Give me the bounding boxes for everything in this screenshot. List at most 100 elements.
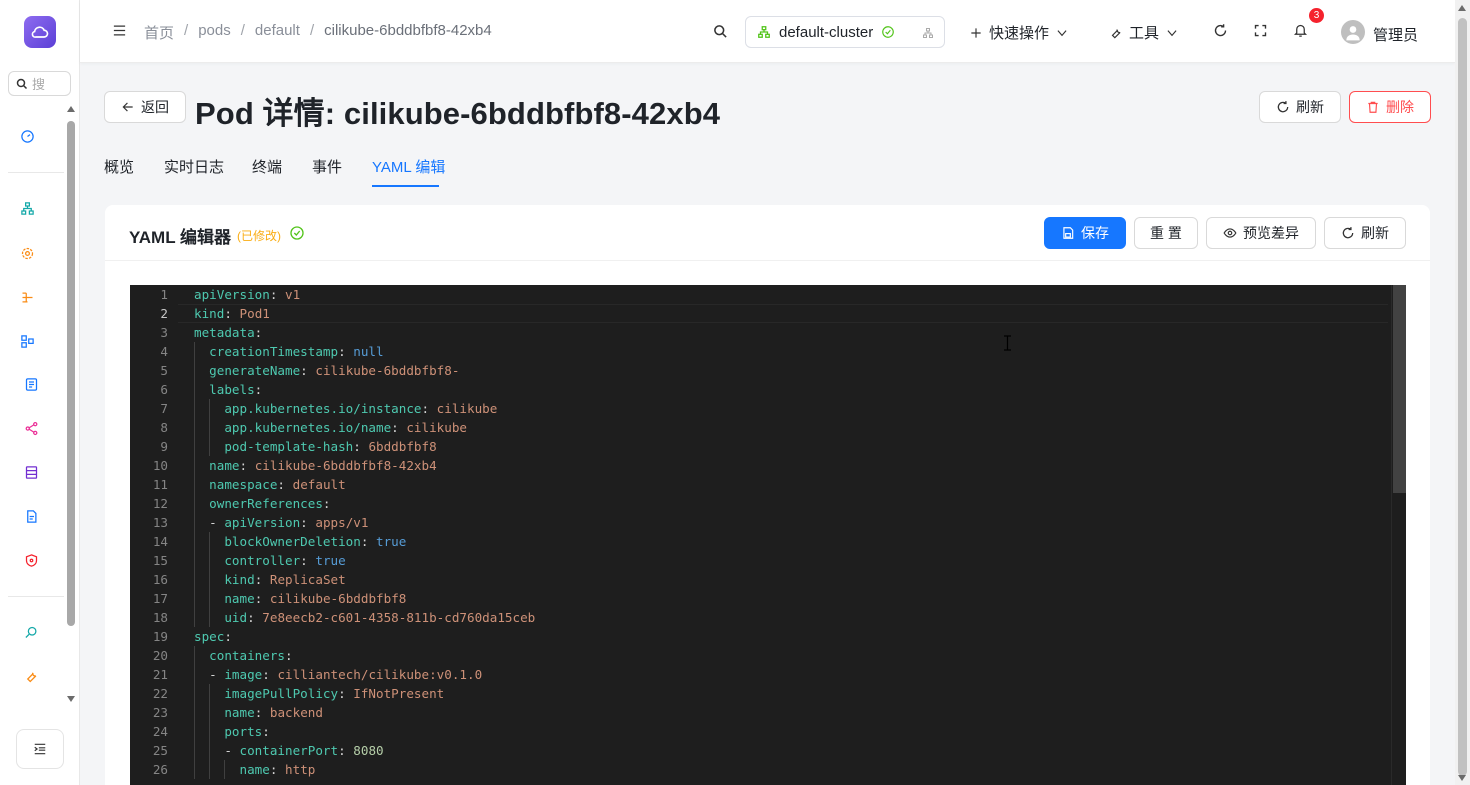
preview-diff-button[interactable]: 预览差异 <box>1206 217 1316 249</box>
indent-guide <box>209 399 211 418</box>
yaml-key: app.kubernetes.io/name <box>224 420 392 435</box>
tools-menu[interactable]: 工具 <box>1109 22 1179 43</box>
line-number: 18 <box>152 610 168 625</box>
code-line[interactable]: apiVersion: v1 <box>194 285 300 304</box>
code-line[interactable]: generateName: cilikube-6bddbfbf8- <box>194 361 459 380</box>
editor-scrollbar[interactable] <box>1391 285 1406 785</box>
reset-button[interactable]: 重 置 <box>1134 217 1198 249</box>
menu-toggle-button[interactable] <box>112 23 127 43</box>
code-line[interactable]: namespace: default <box>194 475 346 494</box>
header-search-button[interactable] <box>713 24 728 44</box>
code-line[interactable]: uid: 7e8eecb2-c601-4358-811b-cd760da15ce… <box>194 608 535 627</box>
tools-label: 工具 <box>1129 25 1160 42</box>
tool-icon[interactable] <box>22 667 40 685</box>
document-icon[interactable] <box>22 375 40 393</box>
line-number: 4 <box>160 344 168 359</box>
editor-refresh-button[interactable]: 刷新 <box>1324 217 1406 249</box>
scroll-up-arrow[interactable] <box>1458 5 1466 11</box>
yaml-key: generateName <box>209 363 301 378</box>
code-line[interactable]: kind: ReplicaSet <box>194 570 345 589</box>
code-line[interactable]: ownerReferences: <box>194 494 330 513</box>
line-number: 11 <box>152 477 168 492</box>
sidebar-search-input[interactable]: 搜 <box>8 71 71 96</box>
dashboard-icon[interactable] <box>18 127 36 145</box>
scroll-up-arrow[interactable] <box>67 106 75 112</box>
code-line[interactable]: ports: <box>194 722 270 741</box>
save-button[interactable]: 保存 <box>1044 217 1126 249</box>
code-line[interactable]: pod-template-hash: 6bddbfbf8 <box>194 437 436 456</box>
yaml-value: Pod1 <box>239 306 270 321</box>
code-line[interactable]: imagePullPolicy: IfNotPresent <box>194 684 444 703</box>
avatar[interactable] <box>1341 20 1365 44</box>
cluster-icon[interactable] <box>18 199 36 217</box>
yaml-key: name <box>224 591 255 606</box>
app-logo[interactable] <box>24 16 56 48</box>
code-line[interactable]: labels: <box>194 380 262 399</box>
security-icon[interactable] <box>22 551 40 569</box>
search-icon <box>714 25 727 38</box>
code-line[interactable]: name: cilikube-6bddbfbf8 <box>194 589 406 608</box>
line-number: 5 <box>160 363 168 378</box>
indent-guide <box>209 722 211 741</box>
yaml-code-editor[interactable]: 1 2 3 4 5 6 7 8 9 10 11 12 13 14 15 16 17 18 19 20 21 22 23 24 2… <box>130 285 1406 785</box>
code-line[interactable]: name: http <box>194 760 316 779</box>
indent-guide <box>194 665 195 684</box>
tab-overview[interactable]: 概览 <box>104 156 134 177</box>
page-scroll-thumb[interactable] <box>1458 18 1467 776</box>
page-refresh-button[interactable]: 刷新 <box>1259 91 1341 123</box>
cluster-selector[interactable]: default-cluster <box>745 16 945 48</box>
settings-icon[interactable] <box>18 244 36 262</box>
code-line[interactable]: name: backend <box>194 703 323 722</box>
storage-icon[interactable] <box>22 463 40 481</box>
user-name[interactable]: 管理员 <box>1373 24 1418 45</box>
inspect-icon[interactable] <box>22 623 40 641</box>
page-scrollbar[interactable] <box>1455 0 1470 785</box>
nodes-icon[interactable] <box>18 332 36 350</box>
workflow-icon[interactable] <box>18 288 36 306</box>
notifications-button[interactable] <box>1293 23 1308 43</box>
breadcrumb-namespace[interactable]: default <box>255 22 300 43</box>
yaml-value: IfNotPresent <box>353 686 445 701</box>
sidebar-collapse-button[interactable] <box>16 729 64 769</box>
code-line[interactable]: - containerPort: 8080 <box>194 741 383 760</box>
indent-guide <box>194 361 195 380</box>
scroll-down-arrow[interactable] <box>67 696 75 702</box>
sidebar-divider <box>8 172 64 173</box>
scroll-down-arrow[interactable] <box>1458 775 1466 781</box>
fullscreen-button[interactable] <box>1253 23 1268 43</box>
code-line[interactable]: creationTimestamp: null <box>194 342 383 361</box>
modified-indicator: (已修改) <box>237 229 281 243</box>
sidebar-scroll-thumb[interactable] <box>67 121 75 626</box>
code-line[interactable]: app.kubernetes.io/instance: cilikube <box>194 399 497 418</box>
line-number: 24 <box>152 724 168 739</box>
code-line[interactable]: metadata: <box>194 323 262 342</box>
tab-events[interactable]: 事件 <box>312 156 342 177</box>
code-line[interactable]: app.kubernetes.io/name: cilikube <box>194 418 467 437</box>
code-line[interactable]: spec: <box>194 627 232 646</box>
header-refresh-button[interactable] <box>1213 23 1228 43</box>
yaml-key: ports <box>224 724 263 739</box>
tab-live-logs[interactable]: 实时日志 <box>164 156 224 177</box>
back-button[interactable]: 返回 <box>104 91 186 123</box>
code-line[interactable]: containers: <box>194 646 292 665</box>
delete-button[interactable]: 删除 <box>1349 91 1431 123</box>
code-line[interactable]: - apiVersion: apps/v1 <box>194 513 368 532</box>
tab-yaml-edit[interactable]: YAML 编辑 <box>372 156 445 177</box>
code-line[interactable]: kind: Pod1 <box>194 304 270 323</box>
breadcrumb-separator: / <box>240 22 245 39</box>
editor-scroll-thumb[interactable] <box>1393 285 1406 493</box>
indent-guide <box>194 380 195 399</box>
code-line[interactable]: controller: true <box>194 551 345 570</box>
breadcrumb-pods[interactable]: pods <box>198 22 231 43</box>
file-icon[interactable] <box>22 507 40 525</box>
card-title: YAML 编辑器 <box>129 228 232 247</box>
share-icon[interactable] <box>22 419 40 437</box>
code-line[interactable]: - image: cilliantech/cilikube:v0.1.0 <box>194 665 482 684</box>
editor-refresh-label: 刷新 <box>1361 225 1389 241</box>
code-line[interactable]: name: cilikube-6bddbfbf8-42xb4 <box>194 456 437 475</box>
sidebar-scrollbar[interactable] <box>66 106 76 702</box>
tab-terminal[interactable]: 终端 <box>252 156 282 177</box>
quick-actions-menu[interactable]: 快速操作 <box>969 22 1069 43</box>
breadcrumb-home[interactable]: 首页 <box>144 22 174 43</box>
code-line[interactable]: blockOwnerDeletion: true <box>194 532 406 551</box>
